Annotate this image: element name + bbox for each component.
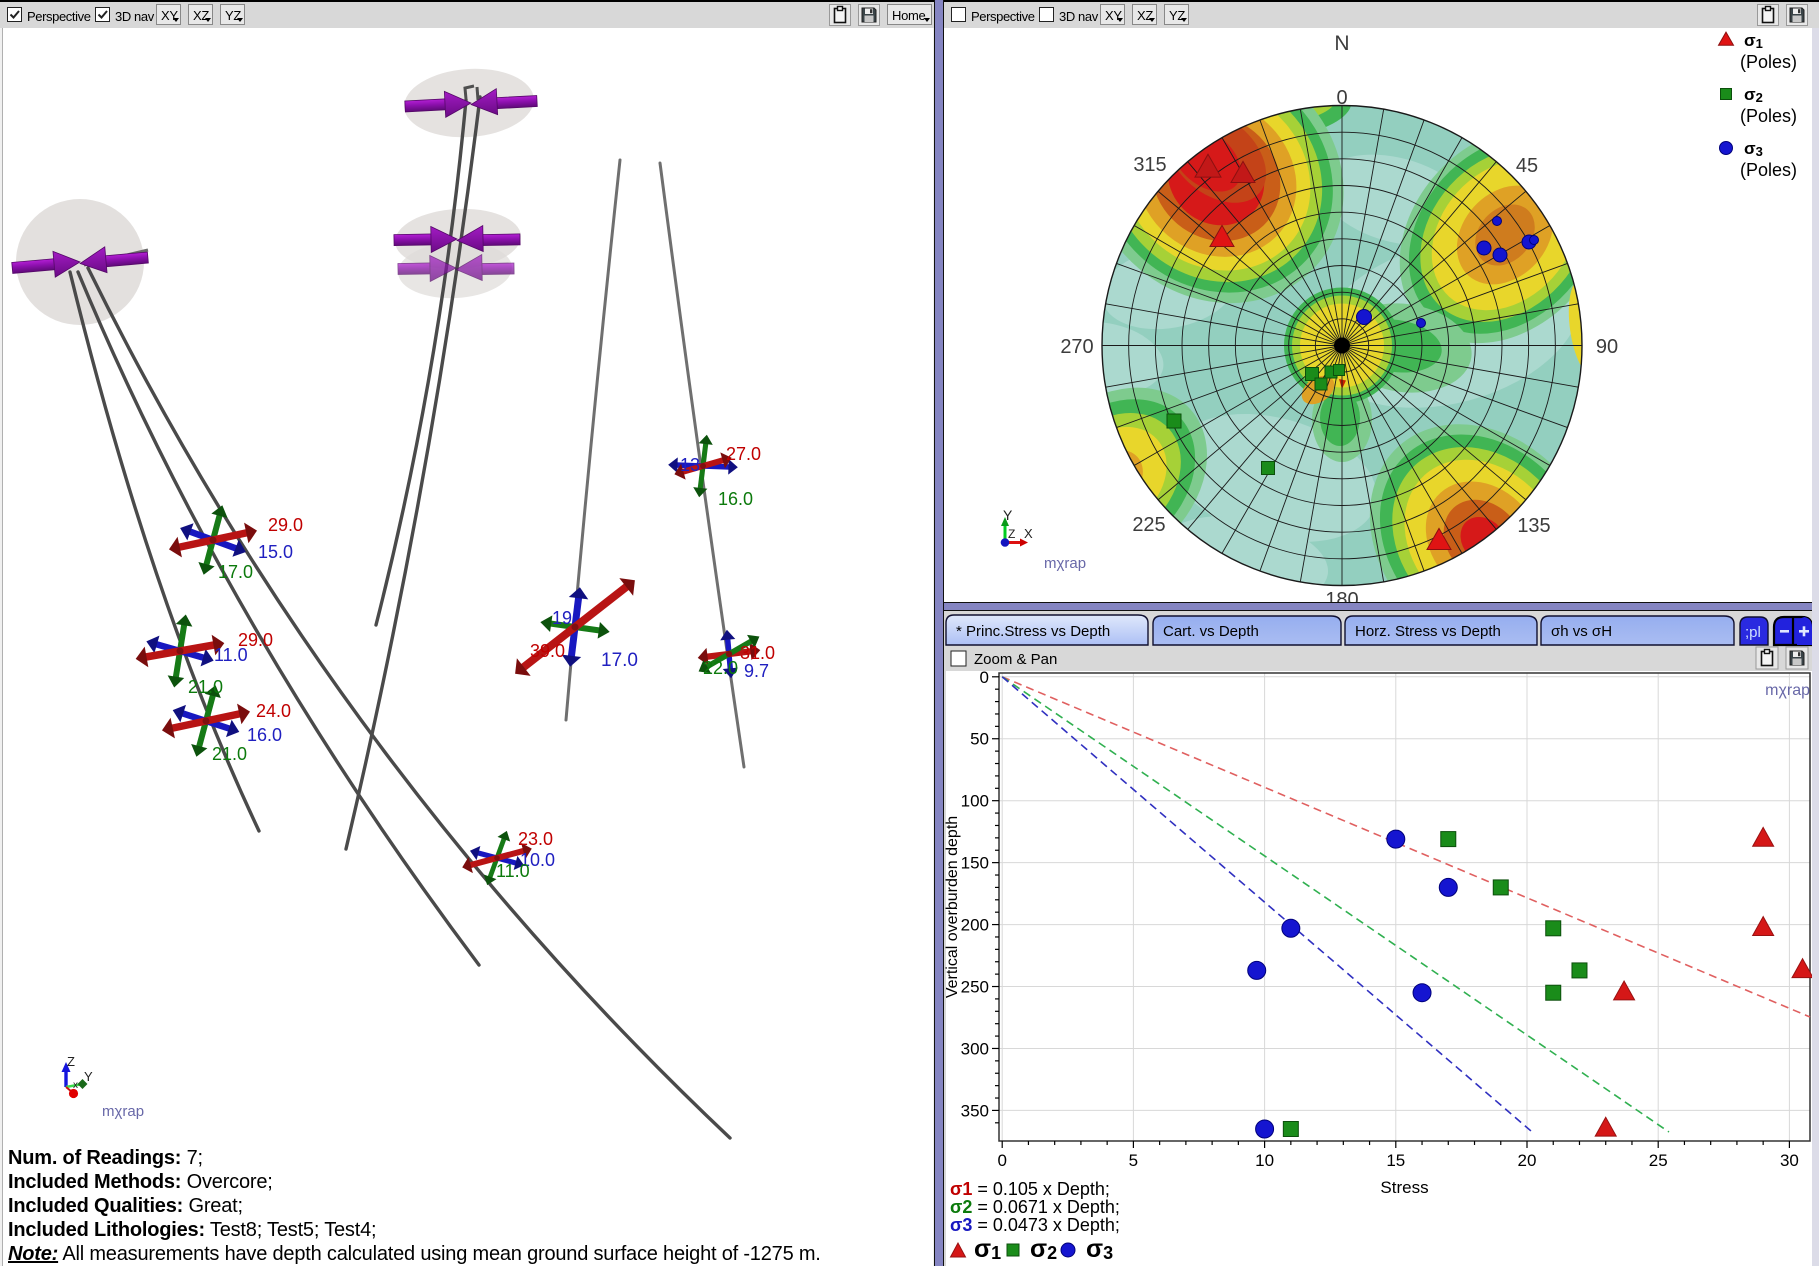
svg-text:X: X (1024, 526, 1033, 541)
svg-text:mχrap: mχrap (1044, 555, 1086, 572)
svg-text:σ2: σ2 (1744, 85, 1763, 105)
svg-text:σ1 = 0.105 x Depth;: σ1 = 0.105 x Depth; (950, 1179, 1110, 1199)
svg-text:13: 13 (680, 455, 700, 475)
svg-text:σ3: σ3 (1086, 1235, 1113, 1263)
svg-text:19: 19 (552, 608, 572, 628)
svg-text:0: 0 (980, 668, 989, 687)
svg-text:16.0: 16.0 (718, 489, 753, 509)
svg-text:100: 100 (961, 792, 989, 811)
svg-text:* Princ.Stress vs Depth: * Princ.Stress vs Depth (956, 623, 1110, 640)
svg-text:0: 0 (997, 1151, 1006, 1170)
svg-text:σ2: σ2 (1030, 1235, 1057, 1263)
svg-text:27.0: 27.0 (726, 444, 761, 464)
svg-text:30: 30 (1780, 1151, 1799, 1170)
svg-text:σh vs σH: σh vs σH (1551, 623, 1612, 640)
svg-text:(Poles): (Poles) (1740, 160, 1797, 180)
svg-text:22.0: 22.0 (703, 658, 738, 678)
svg-text:0: 0 (1336, 87, 1347, 109)
svg-text:17.0: 17.0 (218, 562, 253, 582)
svg-text:5: 5 (1129, 1151, 1138, 1170)
svg-text:σ2 = 0.0671 x Depth;: σ2 = 0.0671 x Depth; (950, 1197, 1120, 1217)
svg-text:45: 45 (1516, 155, 1538, 177)
svg-text:σ1: σ1 (974, 1235, 1001, 1263)
svg-text:;pl: ;pl (1745, 624, 1761, 641)
svg-text:σ3: σ3 (1744, 139, 1763, 159)
svg-text:23.0: 23.0 (518, 829, 553, 849)
svg-text:15: 15 (1386, 1151, 1405, 1170)
svg-text:10: 10 (1255, 1151, 1274, 1170)
svg-text:(Poles): (Poles) (1740, 106, 1797, 126)
svg-text:Cart. vs Depth: Cart. vs Depth (1163, 623, 1259, 640)
svg-text:σ3 = 0.0473 x Depth;: σ3 = 0.0473 x Depth; (950, 1215, 1120, 1235)
svg-text:Y: Y (1003, 507, 1013, 523)
svg-text:350: 350 (961, 1101, 989, 1120)
svg-text:15.0: 15.0 (258, 542, 293, 562)
svg-text:9.7: 9.7 (744, 661, 769, 681)
svg-text:300: 300 (961, 1039, 989, 1058)
svg-text:11.0: 11.0 (496, 861, 530, 881)
svg-text:21.0: 21.0 (212, 744, 247, 764)
svg-text:17.0: 17.0 (601, 650, 638, 671)
svg-text:25: 25 (1649, 1151, 1668, 1170)
svg-text:Y: Y (84, 1069, 93, 1084)
svg-text:Z: Z (67, 1054, 75, 1069)
svg-text:315: 315 (1133, 154, 1166, 176)
svg-text:24.0: 24.0 (256, 701, 291, 721)
svg-text:mχrap: mχrap (102, 1103, 144, 1120)
svg-text:21.0: 21.0 (188, 677, 223, 697)
svg-text:200: 200 (961, 916, 989, 935)
svg-text:N: N (1334, 32, 1349, 55)
svg-text:Z: Z (1008, 527, 1015, 541)
svg-text:Vertical overburden depth: Vertical overburden depth (944, 816, 961, 998)
svg-text:50: 50 (970, 730, 989, 749)
svg-text:225: 225 (1132, 514, 1165, 536)
svg-text:Stress: Stress (1380, 1178, 1428, 1197)
svg-text:Horz. Stress vs Depth: Horz. Stress vs Depth (1355, 623, 1501, 640)
svg-text:150: 150 (961, 854, 989, 873)
svg-text:mχrap: mχrap (1765, 682, 1810, 699)
svg-text:135: 135 (1517, 515, 1550, 537)
svg-text:16.0: 16.0 (247, 725, 282, 745)
svg-text:x: x (73, 1080, 78, 1091)
svg-text:(Poles): (Poles) (1740, 52, 1797, 72)
svg-text:270: 270 (1060, 336, 1093, 358)
svg-text:29.0: 29.0 (268, 515, 303, 535)
svg-text:Zoom & Pan: Zoom & Pan (974, 651, 1057, 668)
svg-text:90: 90 (1596, 336, 1618, 358)
svg-text:39.0: 39.0 (530, 641, 565, 661)
svg-text:180: 180 (1325, 589, 1358, 602)
svg-text:11.0: 11.0 (214, 645, 248, 665)
svg-text:σ1: σ1 (1744, 31, 1763, 51)
svg-text:250: 250 (961, 978, 989, 997)
svg-text:20: 20 (1518, 1151, 1537, 1170)
svg-text:31.0: 31.0 (740, 643, 775, 663)
